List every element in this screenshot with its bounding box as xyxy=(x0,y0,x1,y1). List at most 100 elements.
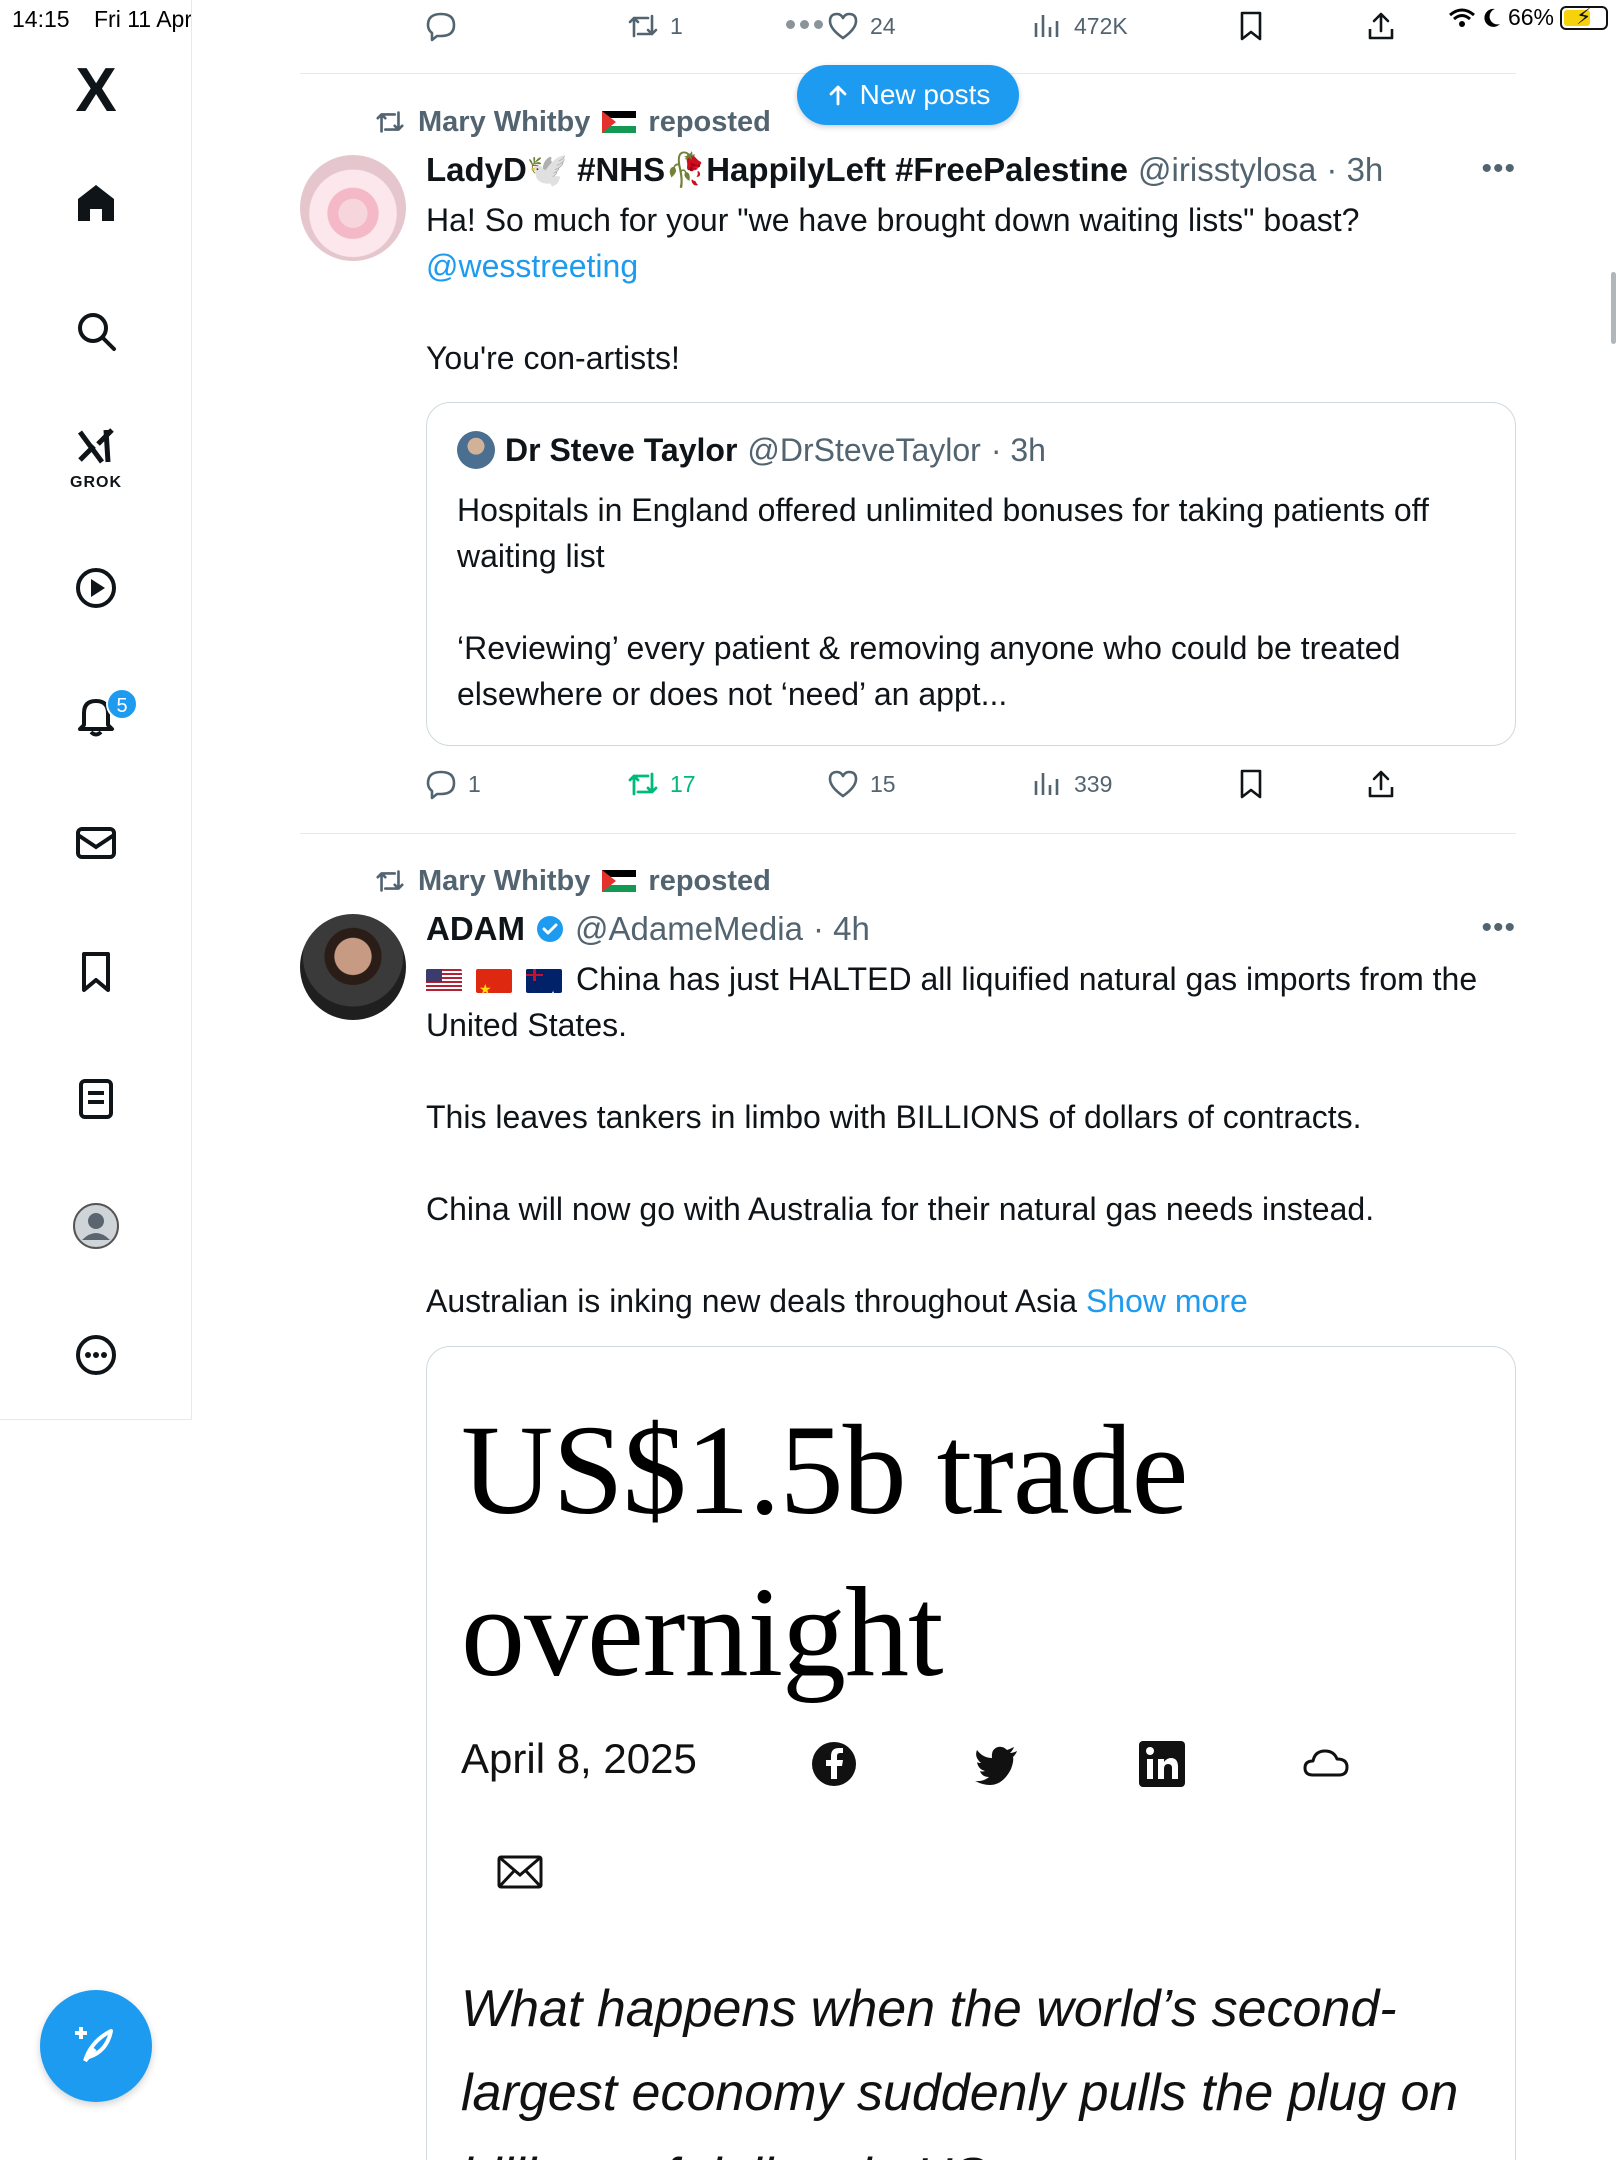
repost-suffix: reposted xyxy=(648,864,771,897)
new-posts-label: New posts xyxy=(859,79,991,110)
notification-badge: 5 xyxy=(106,688,138,720)
nav-bookmarks[interactable] xyxy=(0,937,192,1007)
post-text: Ha! So much for your "we have brought do… xyxy=(426,197,1516,381)
verified-badge-icon xyxy=(536,916,563,942)
bookmark-button[interactable] xyxy=(1234,762,1268,806)
share-icon xyxy=(1368,770,1394,798)
x-logo[interactable]: X xyxy=(0,55,192,125)
video-icon xyxy=(76,568,116,608)
more-options-icon[interactable]: ••• xyxy=(1481,152,1516,186)
handle[interactable]: @AdameMedia xyxy=(575,910,803,948)
nav-home[interactable] xyxy=(0,168,192,238)
nav-lists[interactable] xyxy=(0,1064,192,1134)
views-icon xyxy=(1034,773,1059,795)
reply-button[interactable]: 1 xyxy=(424,762,481,806)
handle[interactable]: @irisstylosa xyxy=(1138,151,1316,189)
email-icon xyxy=(497,1855,543,1889)
display-name[interactable]: LadyD🕊️ #NHS🥀HappilyLeft #FreePalestine xyxy=(426,151,1128,190)
share-button[interactable] xyxy=(1364,762,1398,806)
views-count: 339 xyxy=(1074,770,1113,797)
mail-icon xyxy=(76,827,116,859)
nav-profile[interactable] xyxy=(0,1191,192,1261)
nav-more[interactable] xyxy=(0,1320,192,1390)
bookmark-icon xyxy=(82,952,110,992)
grok-icon xyxy=(77,428,114,464)
views-button[interactable]: 339 xyxy=(1030,762,1112,806)
quote-text: Hospitals in England offered unlimited b… xyxy=(457,487,1487,717)
sidebar: X GROK 5 xyxy=(0,0,192,1420)
views-button[interactable]: 472K xyxy=(1030,4,1128,48)
avatar[interactable] xyxy=(300,914,406,1020)
heart-icon xyxy=(828,12,858,40)
post-time[interactable]: · 3h xyxy=(1326,151,1383,189)
bookmark-icon xyxy=(1240,769,1262,799)
post-divider xyxy=(300,833,1516,834)
post-header: LadyD🕊️ #NHS🥀HappilyLeft #FreePalestine … xyxy=(426,148,1383,192)
scrollbar[interactable] xyxy=(1611,272,1616,344)
mention-link[interactable]: @wesstreeting xyxy=(426,243,1516,289)
x-logo-icon: X xyxy=(75,55,117,125)
repost-indicator: Mary Whitby reposted xyxy=(374,861,771,901)
reply-icon xyxy=(426,12,456,42)
lists-icon xyxy=(79,1079,113,1119)
reply-button[interactable] xyxy=(424,4,468,48)
article-headline: US$1.5b trade overnight xyxy=(461,1399,1188,1703)
arrow-up-icon xyxy=(829,85,847,106)
more-options-icon[interactable]: ••• xyxy=(1481,911,1516,945)
repost-button[interactable]: 17 xyxy=(626,762,696,806)
nav-explore[interactable] xyxy=(0,296,192,366)
home-icon xyxy=(78,185,114,221)
repost-user[interactable]: Mary Whitby xyxy=(418,106,590,139)
reply-count: 1 xyxy=(468,770,481,797)
repost-count: 17 xyxy=(670,770,696,797)
reply-icon xyxy=(426,770,456,800)
us-flag-icon xyxy=(426,969,462,993)
repost-button[interactable]: 1 xyxy=(626,4,683,48)
quoted-post[interactable]: Dr Steve Taylor @DrSteveTaylor · 3h Hosp… xyxy=(426,402,1516,746)
like-button[interactable]: 15 xyxy=(826,762,896,806)
nav-messages[interactable] xyxy=(0,808,192,878)
post-time[interactable]: · 4h xyxy=(813,910,870,948)
compose-button[interactable] xyxy=(40,1990,152,2102)
article-date: April 8, 2025 xyxy=(461,1735,697,1782)
post-actions: 1 17 15 339 xyxy=(300,762,1516,806)
quote-paragraph: ‘Reviewing’ every patient & removing any… xyxy=(457,630,1401,712)
facebook-icon xyxy=(812,1742,856,1786)
pager-dots xyxy=(786,20,823,29)
show-more-link[interactable]: Show more xyxy=(1086,1283,1248,1319)
new-posts-button[interactable]: New posts xyxy=(797,65,1019,125)
nav-grok[interactable]: GROK xyxy=(0,420,192,491)
bookmark-icon xyxy=(1240,11,1262,41)
quote-header: Dr Steve Taylor @DrSteveTaylor · 3h xyxy=(457,431,1046,469)
post-text: China has just HALTED all liquified natu… xyxy=(426,956,1516,1324)
bookmark-button[interactable] xyxy=(1234,4,1268,48)
like-button[interactable]: 24 xyxy=(826,4,896,48)
media-image[interactable]: US$1.5b trade overnight April 8, 2025 Wh… xyxy=(426,1346,1516,2160)
repost-icon xyxy=(376,111,404,133)
post-text-line: You're con-artists! xyxy=(426,340,680,376)
repost-icon xyxy=(376,870,404,892)
views-count: 472K xyxy=(1074,12,1128,39)
quote-time: · 3h xyxy=(990,431,1046,468)
share-icon xyxy=(1368,12,1394,40)
repost-suffix: reposted xyxy=(648,105,771,138)
battery-icon: ⚡ xyxy=(1560,4,1608,30)
repost-icon xyxy=(628,772,658,796)
display-name[interactable]: ADAM xyxy=(426,910,525,948)
quote-avatar xyxy=(457,431,495,469)
repost-user[interactable]: Mary Whitby xyxy=(418,865,590,898)
nav-notifications[interactable]: 5 xyxy=(0,680,192,750)
more-icon xyxy=(76,1335,116,1375)
quote-handle: @DrSteveTaylor xyxy=(747,431,981,468)
palestine-flag-icon xyxy=(602,870,637,892)
avatar[interactable] xyxy=(300,155,406,261)
share-button[interactable] xyxy=(1364,4,1398,48)
repost-icon xyxy=(628,14,658,38)
repost-indicator: Mary Whitby reposted xyxy=(374,102,771,142)
twitter-bird-icon xyxy=(975,1746,1017,1785)
nav-video[interactable] xyxy=(0,553,192,623)
post-paragraph: China will now go with Australia for the… xyxy=(426,1191,1375,1227)
repost-count: 1 xyxy=(670,12,683,39)
post-text-line: Ha! So much for your "we have brought do… xyxy=(426,202,1360,238)
linkedin-icon xyxy=(1139,1741,1185,1787)
